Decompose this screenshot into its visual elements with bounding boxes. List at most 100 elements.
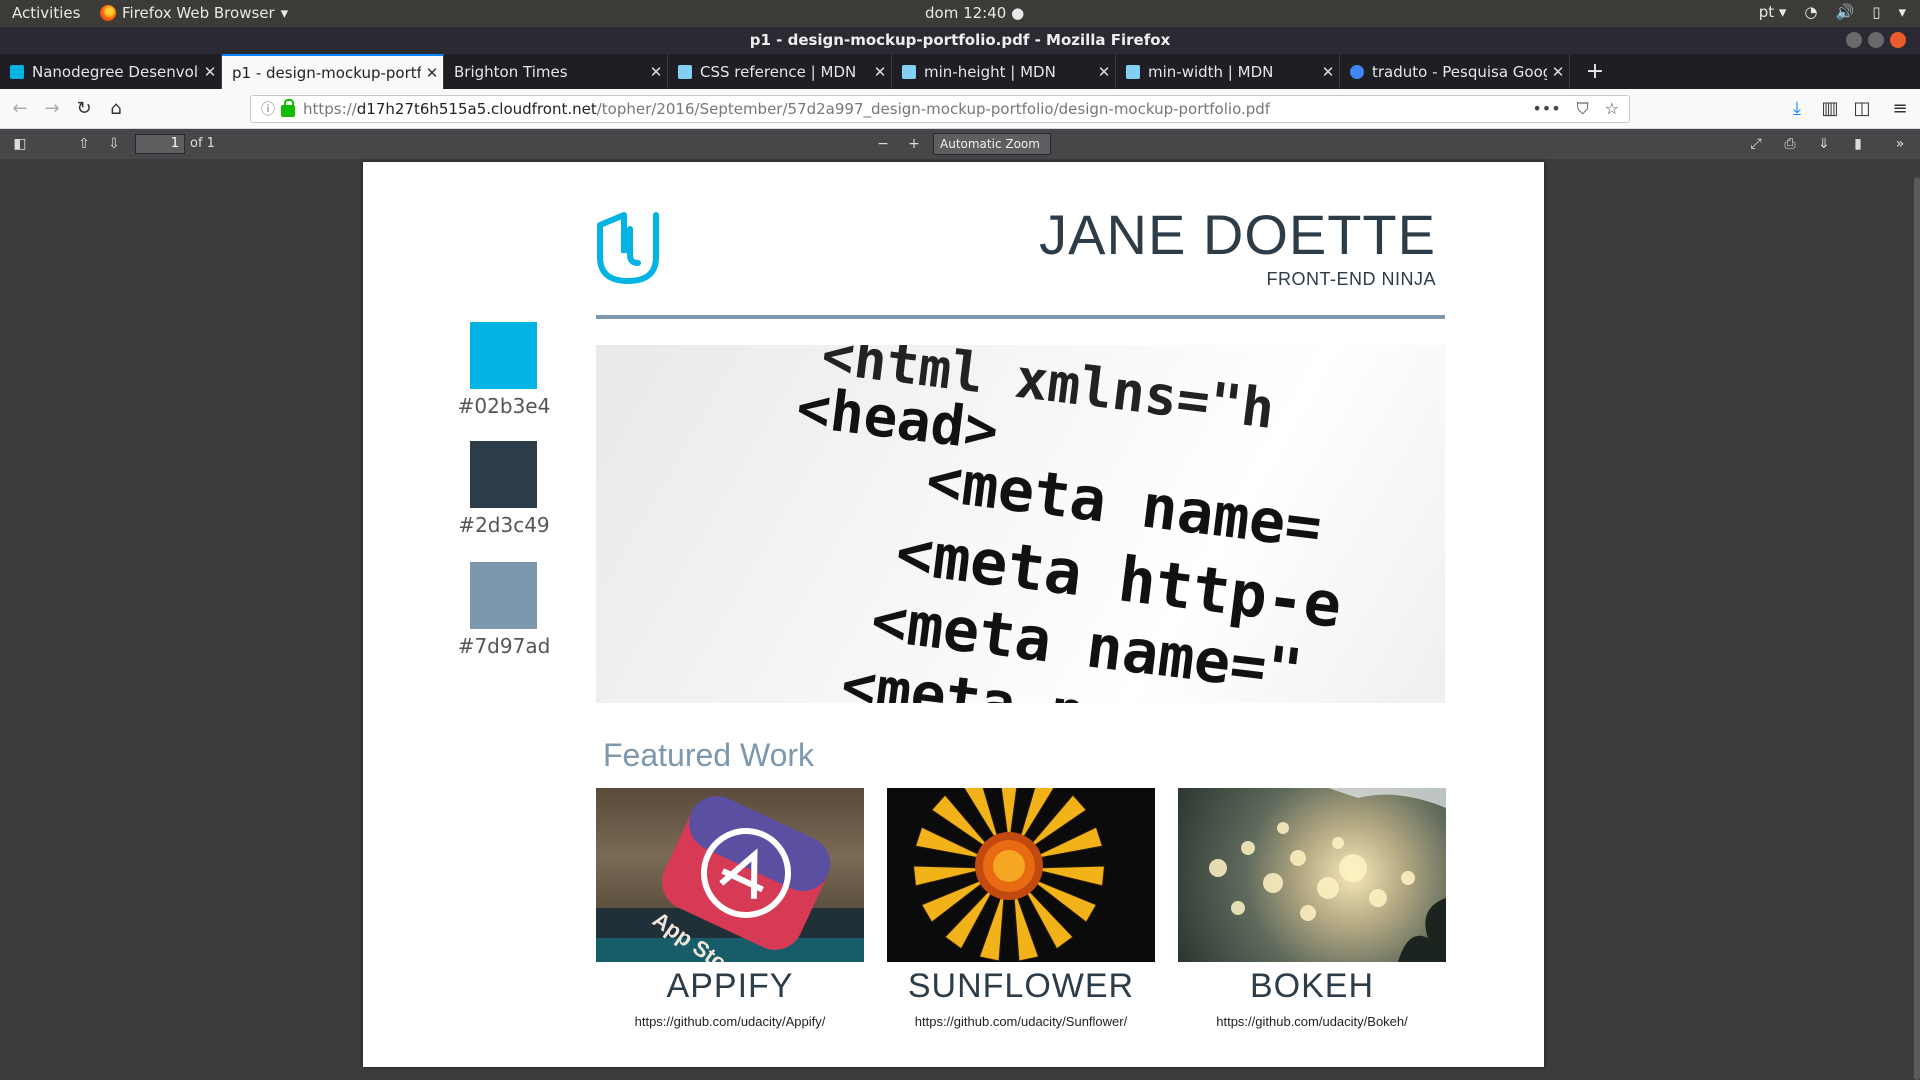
close-tab-icon[interactable]: ✕ [869, 63, 891, 81]
bookmark-icon[interactable]: ▮ [1848, 134, 1868, 154]
swatch-label: #02b3e4 [457, 394, 551, 418]
forward-arrow-icon[interactable]: → [40, 97, 64, 121]
page-actions: ••• ⛉ ☆ [1532, 99, 1619, 119]
tab-min-height[interactable]: min-height | MDN ✕ [892, 54, 1116, 89]
mdn-favicon-icon [678, 64, 692, 79]
toggle-sidebar-icon[interactable]: ◧ [10, 134, 30, 154]
lock-icon [281, 99, 295, 117]
print-icon[interactable]: ⎙ [1780, 134, 1800, 154]
swatch-label: #2d3c49 [458, 513, 550, 537]
downloads-icon[interactable]: ⤓ [1785, 97, 1809, 121]
pdf-page: JANE DOETTE FRONT-END NINJA #02b3e4 #2d3… [363, 162, 1544, 1067]
url-text[interactable]: https://d17h27t6h515a5.cloudfront.net/to… [303, 100, 1532, 118]
volume-icon: 🔊 [1835, 3, 1855, 21]
reload-icon[interactable]: ↻ [72, 97, 96, 121]
navigation-toolbar: ← → ↻ ⌂ ⓘ https://d17h27t6h515a5.cloudfr… [0, 89, 1920, 129]
url-protocol: https:// [303, 100, 357, 118]
tab-nanodegree[interactable]: Nanodegree Desenvolvedor ✕ [0, 54, 222, 89]
url-domain: d17h27t6h515a5.cloudfront.net [356, 100, 597, 118]
system-tray[interactable]: pt ▾ ◔ 🔊 ▯ ▾ [1759, 3, 1906, 21]
minimize-button[interactable] [1846, 32, 1862, 48]
udacity-favicon-icon [10, 64, 24, 79]
system-menu-chevron-icon: ▾ [1898, 3, 1906, 21]
portfolio-subtitle: FRONT-END NINJA [1266, 269, 1436, 289]
app-store-icon: App Sto [596, 796, 864, 962]
tab-label: Brighton Times [454, 62, 568, 81]
close-tab-icon[interactable]: ✕ [1093, 63, 1115, 81]
maximize-button[interactable] [1868, 32, 1884, 48]
language-indicator[interactable]: pt ▾ [1759, 3, 1787, 21]
info-icon[interactable]: ⓘ [259, 99, 277, 119]
back-arrow-icon[interactable]: ← [8, 97, 32, 121]
activities-button[interactable]: Activities [12, 4, 80, 22]
zoom-in-icon[interactable]: + [904, 134, 924, 154]
project-name: SUNFLOWER [907, 967, 1135, 1005]
tab-google-search[interactable]: traduto - Pesquisa Google ✕ [1340, 54, 1570, 89]
next-page-icon[interactable]: ⇩ [104, 134, 124, 154]
battery-icon: ▯ [1872, 3, 1881, 21]
featured-work-heading: Featured Work [603, 737, 815, 773]
page-number-input[interactable]: 1 [135, 134, 185, 154]
app-menu[interactable]: Firefox Web Browser ▾ [100, 4, 288, 22]
close-tab-icon[interactable]: ✕ [645, 63, 667, 81]
tab-label: min-width | MDN [1148, 62, 1274, 81]
system-top-bar: Activities Firefox Web Browser ▾ dom 12:… [0, 0, 1920, 27]
project-name: APPIFY [666, 967, 794, 1005]
sunflower-thumbnail [887, 788, 1155, 962]
library-icon[interactable]: ▥ [1818, 97, 1842, 121]
close-tab-icon[interactable]: ✕ [421, 64, 443, 82]
clock-label: dom 12:40 [925, 4, 1007, 22]
tab-label: Nanodegree Desenvolvedor [32, 62, 199, 81]
vertical-scrollbar[interactable] [1914, 177, 1920, 1080]
tab-min-width[interactable]: min-width | MDN ✕ [1116, 54, 1340, 89]
url-path: /topher/2016/September/57d2a997_design-m… [596, 100, 1271, 118]
bookmark-star-icon[interactable]: ☆ [1605, 99, 1619, 119]
project-link[interactable]: https://github.com/udacity/Bokeh/ [1178, 1014, 1446, 1029]
wifi-icon: ◔ [1804, 3, 1818, 21]
new-tab-button[interactable]: + [1580, 54, 1610, 89]
hamburger-menu-icon[interactable]: ≡ [1888, 97, 1912, 121]
header-divider [596, 315, 1445, 319]
page-count: of 1 [190, 136, 215, 151]
sunflower-icon [912, 788, 1106, 962]
clock[interactable]: dom 12:40 ● [925, 4, 1024, 22]
tab-label: min-height | MDN [924, 62, 1056, 81]
zoom-select[interactable]: Automatic Zoom ⬍ [933, 133, 1051, 171]
save-icon[interactable]: ⇓ [1814, 134, 1834, 154]
portfolio-name: JANE DOETTE [1039, 203, 1436, 266]
sidebar-icon[interactable]: ◫ [1850, 97, 1874, 121]
close-tab-icon[interactable]: ✕ [1317, 63, 1339, 81]
project-name: BOKEH [1249, 967, 1375, 1005]
tools-chevron-icon[interactable]: » [1890, 134, 1910, 154]
pocket-icon[interactable]: ⛉ [1577, 99, 1589, 119]
color-swatch [470, 322, 537, 389]
home-icon[interactable]: ⌂ [104, 97, 128, 121]
pdf-viewer[interactable]: JANE DOETTE FRONT-END NINJA #02b3e4 #2d3… [0, 159, 1920, 1080]
project-link[interactable]: https://github.com/udacity/Appify/ [596, 1014, 864, 1029]
tab-design-mockup[interactable]: p1 - design-mockup-portfolio ✕ [222, 54, 444, 89]
tab-brighton-times[interactable]: Brighton Times ✕ [444, 54, 668, 89]
swatch-label: #7d97ad [457, 634, 551, 658]
tab-css-reference[interactable]: CSS reference | MDN ✕ [668, 54, 892, 89]
bokeh-lights-icon [1209, 788, 1446, 962]
tab-label: CSS reference | MDN [700, 62, 857, 81]
close-tab-icon[interactable]: ✕ [199, 63, 221, 81]
zoom-out-icon[interactable]: − [873, 134, 893, 154]
hero-code-image: <html xmlns="h <head> <meta name= <meta … [596, 345, 1445, 703]
google-favicon-icon [1350, 64, 1364, 79]
previous-page-icon[interactable]: ⇧ [74, 134, 94, 154]
app-menu-label: Firefox Web Browser [122, 4, 275, 22]
project-link[interactable]: https://github.com/udacity/Sunflower/ [887, 1014, 1155, 1029]
presentation-mode-icon[interactable]: ⤢ [1746, 134, 1766, 154]
tab-label: traduto - Pesquisa Google [1372, 62, 1547, 81]
close-tab-icon[interactable]: ✕ [1547, 63, 1569, 81]
color-swatch [470, 441, 537, 508]
appify-thumbnail: App Sto [596, 788, 864, 962]
tab-strip: Nanodegree Desenvolvedor ✕ p1 - design-m… [0, 54, 1920, 89]
firefox-icon [100, 5, 116, 21]
pdf-toolbar: ◧ ⇧ ⇩ 1 of 1 − + Automatic Zoom ⬍ ⤢ ⎙ ⇓ … [0, 129, 1920, 171]
window-controls [1846, 32, 1906, 48]
url-bar[interactable]: ⓘ https://d17h27t6h515a5.cloudfront.net/… [250, 95, 1630, 123]
close-window-button[interactable] [1890, 32, 1906, 48]
page-actions-menu-icon[interactable]: ••• [1532, 99, 1560, 119]
